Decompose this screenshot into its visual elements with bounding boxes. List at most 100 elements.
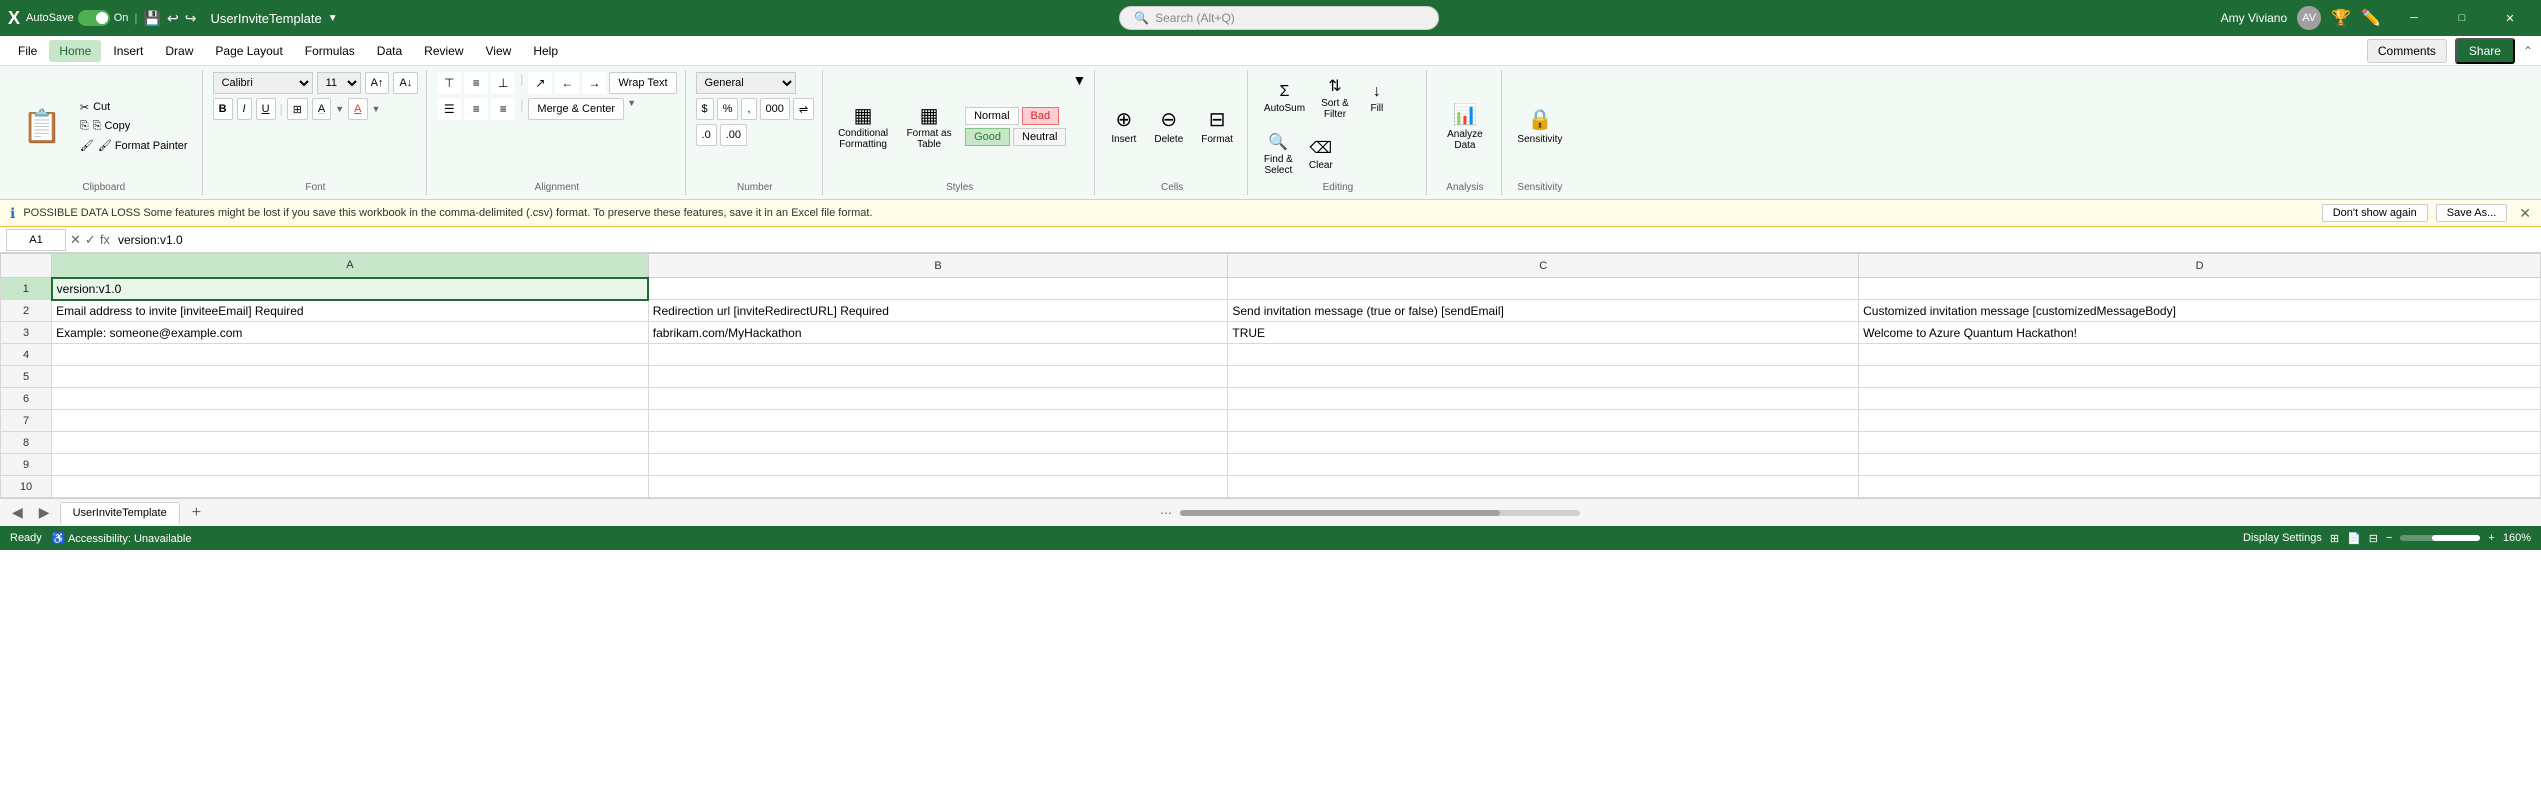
cell-A10[interactable] xyxy=(52,476,649,498)
page-layout-button[interactable]: 📄 xyxy=(2347,532,2361,545)
paste-button[interactable]: 📋 xyxy=(14,103,70,149)
cell-D4[interactable] xyxy=(1859,344,2541,366)
cell-D2[interactable]: Customized invitation message [customize… xyxy=(1859,300,2541,322)
sheet-tab-userinvitetemplate[interactable]: UserInviteTemplate xyxy=(60,502,180,524)
merge-center-button[interactable]: Merge & Center xyxy=(528,98,624,120)
rewards-icon[interactable]: 🏆 xyxy=(2331,8,2351,28)
formula-input[interactable] xyxy=(114,231,2535,249)
number-format-select[interactable]: General xyxy=(696,72,796,94)
row-header-4[interactable]: 4 xyxy=(1,344,52,366)
row-header-1[interactable]: 1 xyxy=(1,278,52,300)
align-right-button[interactable]: ≡ xyxy=(491,98,515,120)
tab-nav-left[interactable]: ◀ xyxy=(6,502,29,523)
cell-A1[interactable]: version:v1.0 xyxy=(52,278,649,300)
format-painter-button[interactable]: 🖌 🖌 Format Painter xyxy=(74,137,194,154)
confirm-formula-icon[interactable]: ✓ xyxy=(85,232,96,248)
decimal-button[interactable]: ⇌ xyxy=(793,98,814,120)
col-header-C[interactable]: C xyxy=(1228,254,1859,278)
cell-D1[interactable] xyxy=(1859,278,2541,300)
format-as-table-button[interactable]: ▦ Format as Table xyxy=(899,99,959,154)
zoom-bar[interactable] xyxy=(2400,535,2480,541)
increase-font-button[interactable]: A↑ xyxy=(365,72,390,94)
user-avatar[interactable]: AV xyxy=(2297,6,2321,30)
align-middle-button[interactable]: ≡ xyxy=(464,72,488,94)
analyze-data-button[interactable]: 📊 Analyze Data xyxy=(1437,98,1493,155)
fill-dropdown[interactable]: ▼ xyxy=(335,104,344,114)
merge-dropdown[interactable]: ▼ xyxy=(627,98,636,120)
sort-filter-button[interactable]: ⇅ Sort & Filter xyxy=(1315,72,1355,124)
save-as-button[interactable]: Save As... xyxy=(2436,204,2508,222)
minimize-button[interactable]: ─ xyxy=(2391,0,2437,36)
font-color-button[interactable]: A xyxy=(348,98,367,120)
font-size-select[interactable]: 11 xyxy=(317,72,361,94)
display-settings-label[interactable]: Display Settings xyxy=(2243,532,2322,544)
add-sheet-button[interactable]: + xyxy=(184,502,209,524)
cell-reference-input[interactable] xyxy=(6,229,66,251)
cell-B5[interactable] xyxy=(648,366,1228,388)
autosave-toggle[interactable]: AutoSave On xyxy=(26,10,128,26)
menu-item-insert[interactable]: Insert xyxy=(103,40,153,62)
cell-C3[interactable]: TRUE xyxy=(1228,322,1859,344)
zoom-out-button[interactable]: − xyxy=(2386,532,2392,544)
ribbon-toggle-icon[interactable]: ⌃ xyxy=(2523,44,2533,58)
scroll-nav-icon[interactable]: ⋯ xyxy=(1160,506,1172,520)
row-header-10[interactable]: 10 xyxy=(1,476,52,498)
row-header-3[interactable]: 3 xyxy=(1,322,52,344)
bold-button[interactable]: B xyxy=(213,98,233,120)
page-break-button[interactable]: ⊟ xyxy=(2369,532,2378,545)
fill-color-button[interactable]: A xyxy=(312,98,331,120)
menu-item-view[interactable]: View xyxy=(476,40,522,62)
cell-D7[interactable] xyxy=(1859,410,2541,432)
cell-A7[interactable] xyxy=(52,410,649,432)
maximize-button[interactable]: □ xyxy=(2439,0,2485,36)
notification-close-button[interactable]: ✕ xyxy=(2519,205,2531,222)
cell-C8[interactable] xyxy=(1228,432,1859,454)
col-header-D[interactable]: D xyxy=(1859,254,2541,278)
delete-button[interactable]: ⊖ Delete xyxy=(1148,103,1189,149)
cell-C9[interactable] xyxy=(1228,454,1859,476)
fill-button[interactable]: ↓ Fill xyxy=(1359,79,1395,118)
cell-B3[interactable]: fabrikam.com/MyHackathon xyxy=(648,322,1228,344)
menu-item-page-layout[interactable]: Page Layout xyxy=(205,40,292,62)
cell-C10[interactable] xyxy=(1228,476,1859,498)
decrease-font-button[interactable]: A↓ xyxy=(393,72,418,94)
cell-A5[interactable] xyxy=(52,366,649,388)
cell-C4[interactable] xyxy=(1228,344,1859,366)
scrollbar-thumb[interactable] xyxy=(1180,510,1500,516)
row-header-2[interactable]: 2 xyxy=(1,300,52,322)
style-normal-button[interactable]: Normal xyxy=(965,107,1018,125)
indent-increase-button[interactable]: → xyxy=(582,72,606,94)
cell-C5[interactable] xyxy=(1228,366,1859,388)
underline-button[interactable]: U xyxy=(256,98,276,120)
cell-D8[interactable] xyxy=(1859,432,2541,454)
row-header-7[interactable]: 7 xyxy=(1,410,52,432)
cell-A6[interactable] xyxy=(52,388,649,410)
search-bar[interactable]: 🔍 Search (Alt+Q) xyxy=(1119,6,1439,30)
col-header-B[interactable]: B xyxy=(648,254,1228,278)
font-color-dropdown[interactable]: ▼ xyxy=(372,104,381,114)
thousands-button[interactable]: 000 xyxy=(760,98,790,120)
row-header-9[interactable]: 9 xyxy=(1,454,52,476)
sensitivity-button[interactable]: 🔒 Sensitivity xyxy=(1512,103,1568,149)
font-family-select[interactable]: Calibri xyxy=(213,72,313,94)
border-button[interactable]: ⊞ xyxy=(287,98,308,120)
row-header-6[interactable]: 6 xyxy=(1,388,52,410)
cell-B4[interactable] xyxy=(648,344,1228,366)
indent-decrease-button[interactable]: ← xyxy=(555,72,579,94)
copy-button[interactable]: ⎘ ⎘ Copy xyxy=(74,118,194,135)
horizontal-scrollbar[interactable] xyxy=(1180,510,1580,516)
cell-B8[interactable] xyxy=(648,432,1228,454)
insert-button[interactable]: ⊕ Insert xyxy=(1105,103,1142,149)
menu-item-formulas[interactable]: Formulas xyxy=(295,40,365,62)
cell-A4[interactable] xyxy=(52,344,649,366)
cell-B2[interactable]: Redirection url [inviteRedirectURL] Requ… xyxy=(648,300,1228,322)
align-bottom-button[interactable]: ⊥ xyxy=(491,72,515,94)
cell-A9[interactable] xyxy=(52,454,649,476)
align-center-button[interactable]: ≡ xyxy=(464,98,488,120)
style-neutral-button[interactable]: Neutral xyxy=(1013,128,1066,146)
align-top-button[interactable]: ⊤ xyxy=(437,72,461,94)
undo-icon[interactable]: ↩ xyxy=(167,10,179,27)
text-direction-button[interactable]: ↗ xyxy=(528,72,552,94)
cell-C1[interactable] xyxy=(1228,278,1859,300)
italic-button[interactable]: I xyxy=(237,98,252,120)
